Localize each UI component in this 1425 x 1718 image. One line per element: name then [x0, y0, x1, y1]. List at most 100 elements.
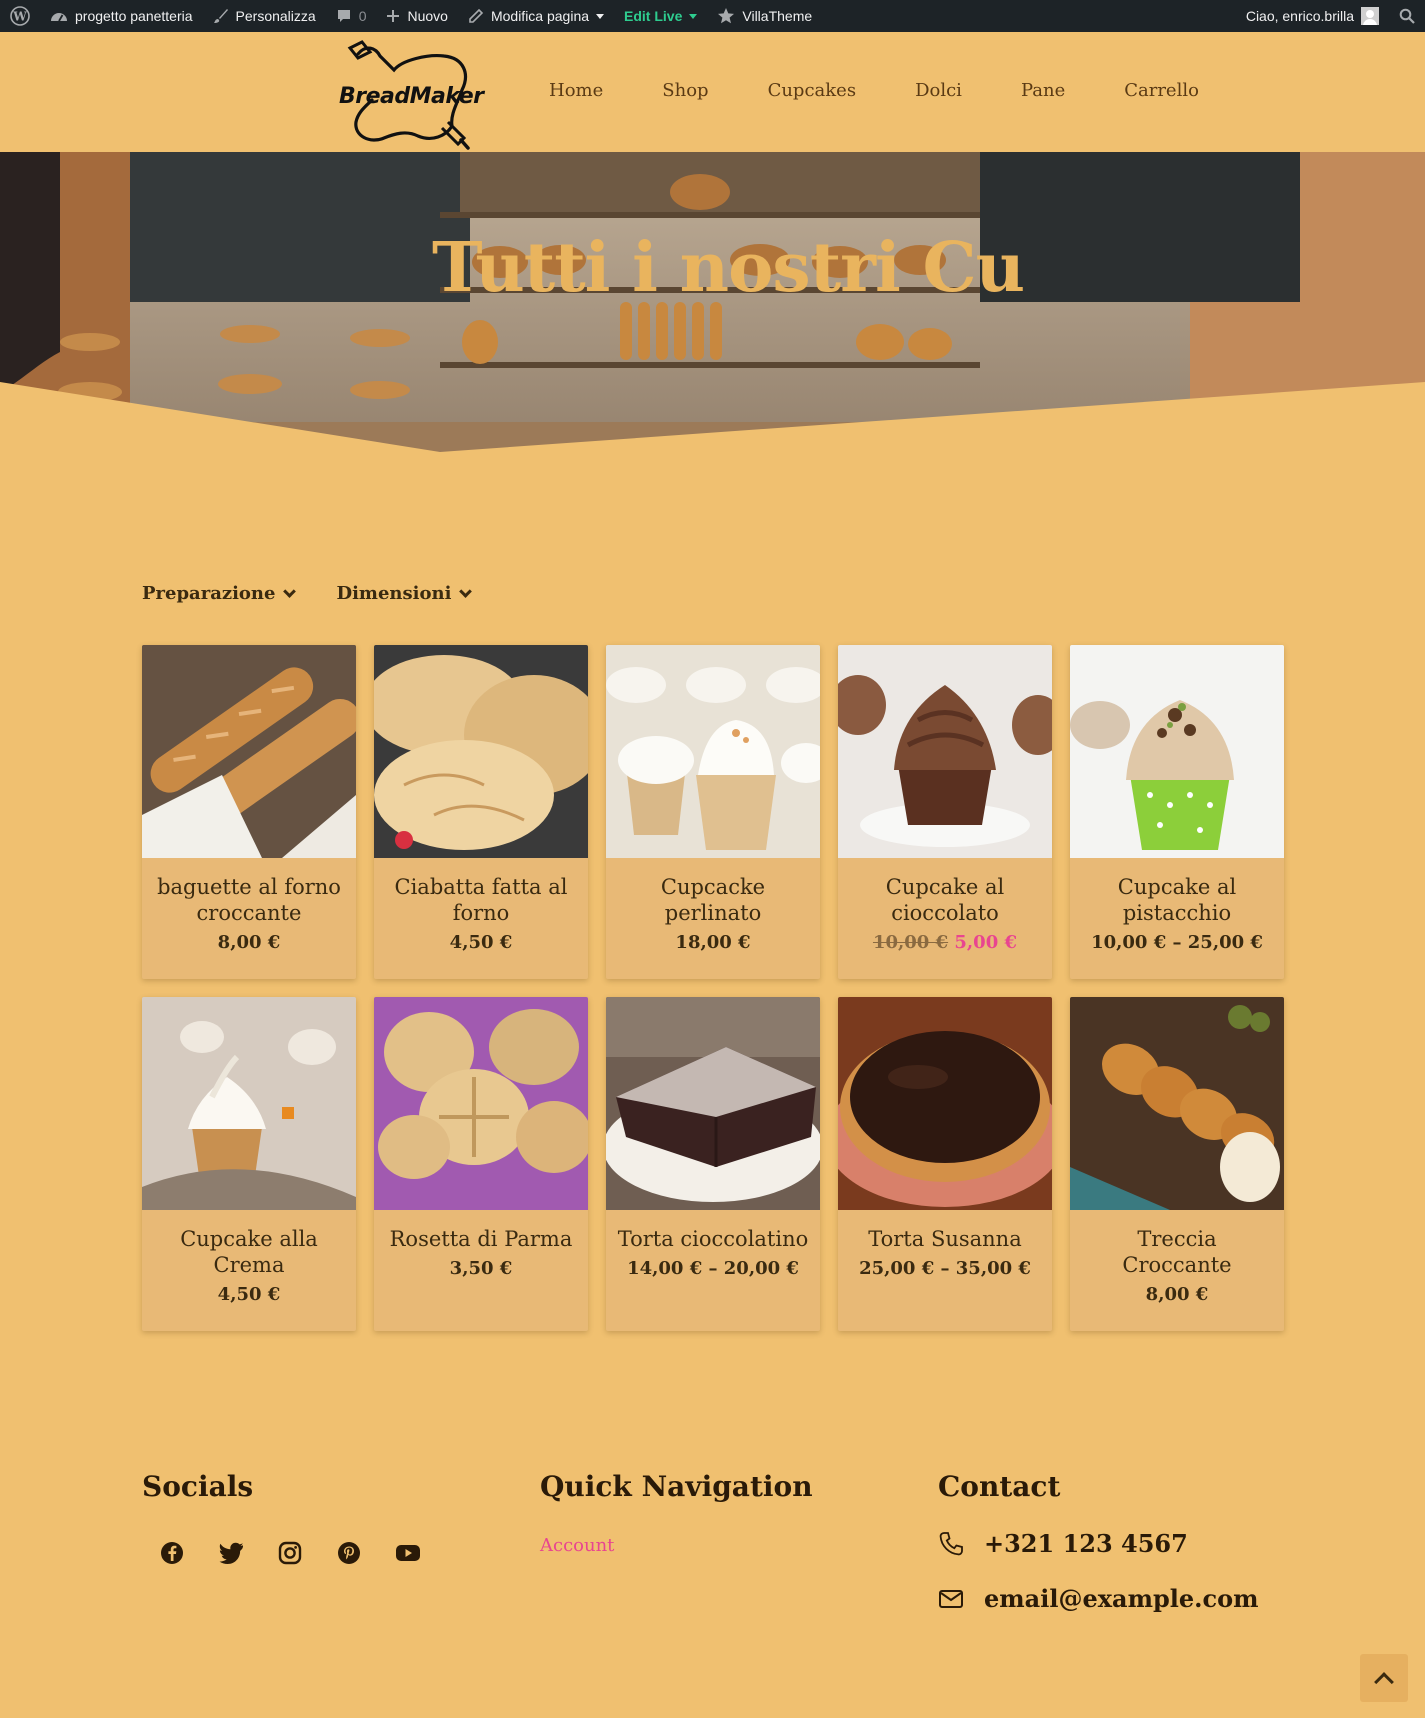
- contact-phone[interactable]: +321 123 4567: [938, 1529, 1259, 1558]
- product-title[interactable]: Rosetta di Parma: [374, 1210, 588, 1252]
- product-image-baguette[interactable]: [142, 645, 356, 858]
- product-price: 10,00 € 5,00 €: [838, 932, 1052, 953]
- socials-heading: Socials: [142, 1470, 254, 1503]
- account-link[interactable]: Account: [540, 1535, 813, 1556]
- price-value: 14,00 € – 20,00 €: [627, 1258, 799, 1279]
- admin-bar: W progetto panetteria Personalizza 0 Nuo…: [0, 0, 1425, 32]
- product-image-torta-cioccolatino[interactable]: [606, 997, 820, 1210]
- edit-live-label: Edit Live: [624, 8, 683, 24]
- villatheme-link[interactable]: VillaTheme: [707, 0, 822, 32]
- product-card[interactable]: Cupcacke perlinato 18,00 €: [606, 645, 820, 979]
- filter-dimensioni[interactable]: Dimensioni: [336, 583, 473, 604]
- customize-link[interactable]: Personalizza: [203, 0, 326, 32]
- admin-search-button[interactable]: [1389, 0, 1425, 32]
- pinterest-icon[interactable]: [335, 1539, 363, 1567]
- product-title[interactable]: Torta cioccolatino: [606, 1210, 820, 1252]
- facebook-icon[interactable]: [158, 1539, 186, 1567]
- product-image-torta-susanna[interactable]: [838, 997, 1052, 1210]
- product-image-rosetta[interactable]: [374, 997, 588, 1210]
- customize-label: Personalizza: [235, 8, 316, 24]
- product-price: 25,00 € – 35,00 €: [838, 1258, 1052, 1279]
- star-icon: [718, 8, 735, 24]
- comments-link[interactable]: 0: [326, 0, 377, 32]
- main-navigation: Home Shop Cupcakes Dolci Pane Carrello: [549, 80, 1258, 101]
- price-value: 25,00 € – 35,00 €: [859, 1258, 1031, 1279]
- product-title[interactable]: Torta Susanna: [838, 1210, 1052, 1252]
- price-value: 18,00 €: [675, 932, 751, 953]
- villatheme-label: VillaTheme: [742, 8, 813, 24]
- edit-page-menu[interactable]: Modifica pagina: [458, 0, 614, 32]
- product-card[interactable]: baguette al forno croccante 8,00 €: [142, 645, 356, 979]
- edit-page-label: Modifica pagina: [490, 8, 590, 24]
- product-title[interactable]: baguette al forno croccante: [142, 858, 356, 926]
- product-title[interactable]: Ciabatta fatta al forno: [374, 858, 588, 926]
- product-title[interactable]: Treccia Croccante: [1070, 1210, 1284, 1278]
- hero-title: Tutti i nostri Cu: [432, 228, 1025, 308]
- nav-dolci[interactable]: Dolci: [915, 80, 962, 101]
- product-card[interactable]: Cupcake al pistacchio 10,00 € – 25,00 €: [1070, 645, 1284, 979]
- product-card[interactable]: Ciabatta fatta al forno 4,50 €: [374, 645, 588, 979]
- dashboard-icon: [51, 13, 67, 22]
- envelope-icon: [939, 1589, 963, 1608]
- nav-cupcakes[interactable]: Cupcakes: [768, 80, 857, 101]
- edit-live-menu[interactable]: Edit Live: [614, 0, 707, 32]
- product-card[interactable]: Torta Susanna 25,00 € – 35,00 €: [838, 997, 1052, 1331]
- product-price: 8,00 €: [1070, 1284, 1284, 1305]
- youtube-icon[interactable]: [394, 1539, 422, 1567]
- site-name-link[interactable]: progetto panetteria: [40, 0, 203, 32]
- search-icon: [1399, 8, 1415, 24]
- site-logo[interactable]: BreadMaker: [336, 40, 486, 152]
- twitter-icon[interactable]: [217, 1539, 245, 1567]
- phone-number: +321 123 4567: [984, 1529, 1188, 1558]
- chevron-down-icon: [596, 13, 605, 19]
- site-name: progetto panetteria: [75, 8, 193, 24]
- product-image-cupcake-perlinato[interactable]: [606, 645, 820, 858]
- product-card[interactable]: Treccia Croccante 8,00 €: [1070, 997, 1284, 1331]
- nav-carrello[interactable]: Carrello: [1124, 80, 1199, 101]
- chevron-down-icon: [459, 584, 473, 598]
- phone-icon: [939, 1531, 963, 1555]
- footer-contact: Contact +321 123 4567 email@example.com: [938, 1470, 1259, 1613]
- plus-icon: [387, 10, 400, 22]
- price-value: 8,00 €: [1145, 1284, 1209, 1305]
- avatar: [1361, 7, 1379, 25]
- wordpress-logo-button[interactable]: W: [0, 0, 40, 32]
- product-card[interactable]: Cupcake al cioccolato 10,00 € 5,00 €: [838, 645, 1052, 979]
- product-price: 10,00 € – 25,00 €: [1070, 932, 1284, 953]
- product-image-cupcake-pistacchio[interactable]: [1070, 645, 1284, 858]
- site-header: BreadMaker Home Shop Cupcakes Dolci Pane…: [0, 32, 1425, 152]
- contact-email[interactable]: email@example.com: [938, 1584, 1259, 1613]
- instagram-icon[interactable]: [276, 1539, 304, 1567]
- new-content-menu[interactable]: Nuovo: [376, 0, 457, 32]
- product-price: 14,00 € – 20,00 €: [606, 1258, 820, 1279]
- product-image-cupcake-cioccolato[interactable]: [838, 645, 1052, 858]
- new-label: Nuovo: [407, 8, 448, 24]
- svg-text:W: W: [12, 10, 27, 24]
- nav-pane[interactable]: Pane: [1021, 80, 1065, 101]
- product-price: 4,50 €: [374, 932, 588, 953]
- comments-count: 0: [358, 8, 367, 24]
- product-title[interactable]: Cupcake alla Crema: [142, 1210, 356, 1278]
- product-title[interactable]: Cupcake al pistacchio: [1070, 858, 1284, 926]
- back-to-top-button[interactable]: [1360, 1654, 1408, 1702]
- pencil-icon: [469, 8, 484, 23]
- product-card[interactable]: Rosetta di Parma 3,50 €: [374, 997, 588, 1331]
- nav-shop[interactable]: Shop: [662, 80, 708, 101]
- email-address: email@example.com: [984, 1584, 1259, 1613]
- product-title[interactable]: Cupcacke perlinato: [606, 858, 820, 926]
- product-filters: Preparazione Dimensioni: [142, 583, 473, 604]
- product-price: 3,50 €: [374, 1258, 588, 1279]
- product-price: 4,50 €: [142, 1284, 356, 1305]
- product-card[interactable]: Torta cioccolatino 14,00 € – 20,00 €: [606, 997, 820, 1331]
- product-card[interactable]: Cupcake alla Crema 4,50 €: [142, 997, 356, 1331]
- chevron-up-icon: [1374, 1671, 1394, 1692]
- product-title[interactable]: Cupcake al cioccolato: [838, 858, 1052, 926]
- footer-quick-navigation: Quick Navigation Account: [540, 1470, 813, 1556]
- product-image-ciabatta[interactable]: [374, 645, 588, 858]
- contact-heading: Contact: [938, 1470, 1061, 1503]
- account-menu[interactable]: Ciao, enrico.brilla: [1236, 0, 1389, 32]
- filter-preparazione[interactable]: Preparazione: [142, 583, 297, 604]
- product-image-cupcake-crema[interactable]: [142, 997, 356, 1210]
- nav-home[interactable]: Home: [549, 80, 603, 101]
- product-image-treccia[interactable]: [1070, 997, 1284, 1210]
